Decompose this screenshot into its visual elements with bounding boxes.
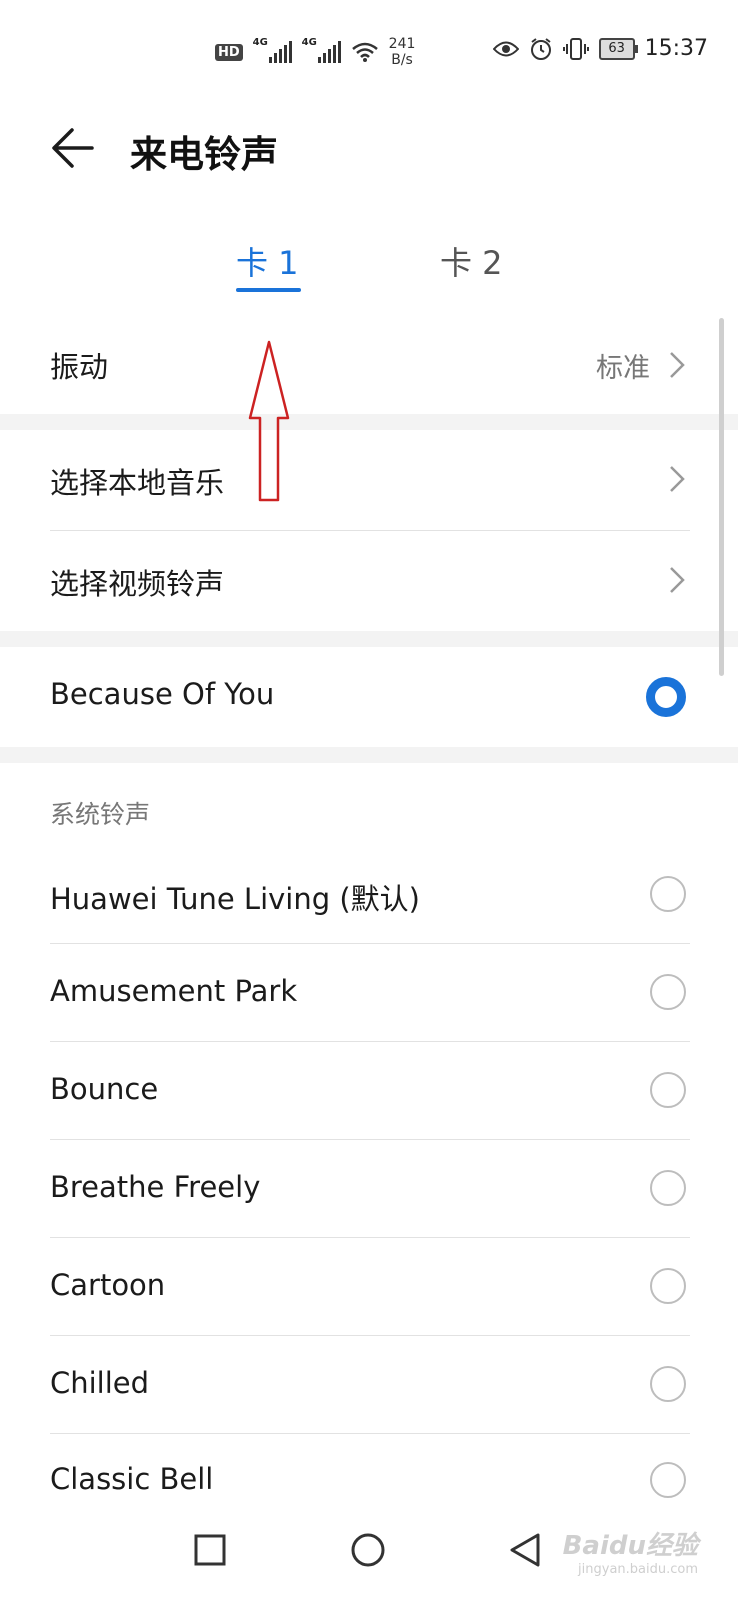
status-bar: HD 4G 4G 241 B/s 63 15:37	[0, 0, 738, 100]
ringtone-list-item[interactable]: Breathe Freely	[0, 1140, 738, 1237]
ringtone-label: Amusement Park	[50, 974, 298, 1008]
active-tab-indicator	[236, 288, 301, 292]
network-speed: 241 B/s	[389, 36, 416, 68]
watermark-brand: Baidu经验	[562, 1531, 698, 1561]
video-ringtone-label: 选择视频铃声	[50, 567, 225, 601]
radio-button[interactable]	[650, 1072, 686, 1108]
ringtone-list-item[interactable]: Chilled	[0, 1336, 738, 1433]
ringtone-list-item[interactable]: Bounce	[0, 1042, 738, 1139]
section-gap	[0, 414, 738, 430]
ringtone-label: Cartoon	[50, 1268, 166, 1302]
eye-icon	[492, 41, 519, 56]
chevron-right-icon	[670, 567, 685, 593]
annotation-up-arrow-icon	[248, 340, 290, 502]
baidu-watermark: Baidu经验 jingyan.baidu.com	[563, 1525, 698, 1577]
speed-value: 241	[388, 36, 416, 52]
app-header: 来电铃声	[0, 100, 738, 200]
recents-button[interactable]	[180, 1520, 240, 1580]
section-gap	[0, 631, 738, 647]
status-right: 63 15:37	[492, 36, 708, 61]
home-button[interactable]	[338, 1520, 398, 1580]
vibrate-icon	[562, 37, 589, 60]
speed-unit: B/s	[391, 52, 413, 68]
status-left: HD 4G 4G 241 B/s	[215, 36, 415, 68]
current-ringtone-row[interactable]: Because Of You	[0, 647, 738, 747]
ringtone-label: Classic Bell	[50, 1462, 214, 1496]
battery-icon: 63	[598, 37, 638, 60]
network-type-label: 4G	[252, 37, 268, 48]
ringtone-label: Chilled	[50, 1366, 150, 1400]
ringtone-list-item[interactable]: Amusement Park	[0, 944, 738, 1041]
square-icon	[194, 1534, 226, 1566]
radio-button[interactable]	[650, 1170, 686, 1206]
select-local-music-row[interactable]: 选择本地音乐	[0, 430, 738, 530]
current-ringtone-label: Because Of You	[50, 677, 275, 711]
ringtone-list-item[interactable]: Huawei Tune Living (默认)	[0, 846, 738, 943]
alarm-icon	[530, 37, 551, 60]
hd-icon: HD	[215, 43, 243, 61]
scrollbar[interactable]	[719, 318, 724, 676]
system-ringtones-header: 系统铃声	[50, 800, 151, 829]
radio-button[interactable]	[650, 1366, 686, 1402]
signal-icon-sim2: 4G	[302, 37, 341, 63]
radio-button[interactable]	[650, 876, 686, 912]
radio-button[interactable]	[650, 1462, 686, 1498]
wifi-icon	[351, 42, 378, 62]
vibration-row[interactable]: 振动 标准	[0, 318, 738, 414]
radio-selected[interactable]	[646, 677, 686, 717]
local-music-label: 选择本地音乐	[50, 466, 225, 500]
tab-sim2[interactable]: 卡 2	[440, 238, 503, 284]
ringtone-list-item[interactable]: Classic Bell	[0, 1434, 738, 1500]
radio-button[interactable]	[650, 974, 686, 1010]
page-title: 来电铃声	[130, 133, 278, 176]
clock: 15:37	[644, 36, 708, 61]
sim-tabs: 卡 1 卡 2	[0, 230, 738, 300]
ringtone-list-item[interactable]: Cartoon	[0, 1238, 738, 1335]
circle-icon	[351, 1533, 385, 1567]
vibration-value: 标准	[596, 353, 650, 384]
watermark-site: jingyan.baidu.com	[578, 1562, 698, 1577]
vibration-label: 振动	[50, 350, 109, 384]
radio-button[interactable]	[650, 1268, 686, 1304]
ringtone-label: Bounce	[50, 1072, 159, 1106]
network-type-label: 4G	[301, 37, 317, 48]
tab-sim1[interactable]: 卡 1	[236, 238, 299, 284]
chevron-right-icon	[670, 466, 685, 492]
ringtone-label: Huawei Tune Living (默认)	[50, 882, 420, 916]
chevron-right-icon	[670, 352, 685, 378]
triangle-back-icon	[510, 1533, 540, 1567]
select-video-ringtone-row[interactable]: 选择视频铃声	[0, 531, 738, 631]
ringtone-label: Breathe Freely	[50, 1170, 261, 1204]
section-gap	[0, 747, 738, 763]
back-button[interactable]	[495, 1520, 555, 1580]
back-arrow-icon[interactable]	[48, 122, 100, 174]
signal-icon-sim1: 4G	[253, 37, 292, 63]
